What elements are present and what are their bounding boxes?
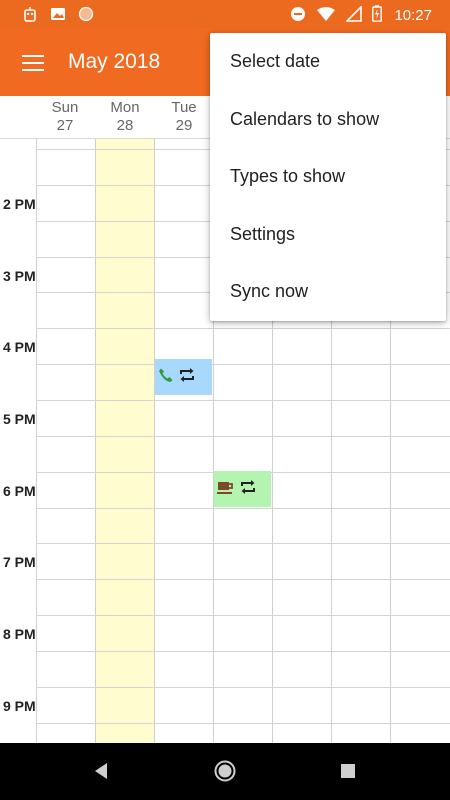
grid-line <box>95 139 96 743</box>
grid-line <box>36 723 450 724</box>
grid-line <box>36 364 450 365</box>
day-date: 29 <box>175 117 193 134</box>
do-not-disturb-icon <box>290 6 306 26</box>
grid-line <box>36 436 450 437</box>
menu-item-settings[interactable]: Settings <box>210 206 446 264</box>
day-header-tue[interactable]: Tue 29 <box>155 96 213 138</box>
grid-line <box>36 508 450 509</box>
time-label: 9 PM <box>3 698 36 714</box>
signal-icon <box>345 4 363 26</box>
grid-line <box>36 579 450 580</box>
grid-line <box>36 615 450 616</box>
notification-app-icon <box>22 6 38 27</box>
status-bar: 10:27 <box>0 0 450 28</box>
time-label: 2 PM <box>3 196 36 212</box>
phone-icon <box>158 367 174 388</box>
time-label: 3 PM <box>3 268 36 284</box>
app-title[interactable]: May 2018 <box>68 50 160 74</box>
overflow-menu: Select date Calendars to show Types to s… <box>210 33 446 321</box>
menu-item-calendars-to-show[interactable]: Calendars to show <box>210 91 446 149</box>
menu-item-sync-now[interactable]: Sync now <box>210 263 446 321</box>
back-icon[interactable] <box>92 761 110 786</box>
today-column-highlight <box>96 139 154 743</box>
grid-line <box>36 543 450 544</box>
recents-icon[interactable] <box>340 763 356 784</box>
menu-item-select-date[interactable]: Select date <box>210 33 446 91</box>
day-header-sun[interactable]: Sun 27 <box>36 96 94 138</box>
day-date: 27 <box>56 117 74 134</box>
grid-line <box>154 139 155 743</box>
repeat-icon <box>239 479 257 500</box>
time-label: 7 PM <box>3 554 36 570</box>
grid-line <box>36 400 450 401</box>
grid-line <box>36 687 450 688</box>
time-label: 6 PM <box>3 483 36 499</box>
day-name: Sun <box>51 99 79 116</box>
status-time: 10:27 <box>394 7 432 24</box>
grid-line <box>36 139 37 743</box>
time-label: 5 PM <box>3 411 36 427</box>
battery-charging-icon <box>372 5 383 26</box>
image-icon <box>50 6 66 27</box>
menu-item-types-to-show[interactable]: Types to show <box>210 148 446 206</box>
navigation-bar <box>0 743 450 800</box>
day-name: Mon <box>110 99 140 116</box>
repeat-icon <box>178 367 196 388</box>
grid-line <box>36 651 450 652</box>
day-date: 28 <box>116 117 134 134</box>
time-label: 8 PM <box>3 626 36 642</box>
time-label: 4 PM <box>3 339 36 355</box>
wifi-icon <box>316 6 336 26</box>
day-name: Tue <box>171 99 197 116</box>
event-call-recurring[interactable] <box>155 359 212 395</box>
day-header-mon[interactable]: Mon 28 <box>96 96 154 138</box>
hamburger-menu-icon[interactable] <box>14 50 54 76</box>
coffee-icon <box>217 479 235 500</box>
grid-line <box>36 328 450 329</box>
home-icon[interactable] <box>214 760 236 787</box>
event-coffee-recurring[interactable] <box>214 471 271 507</box>
circle-icon <box>78 6 94 27</box>
